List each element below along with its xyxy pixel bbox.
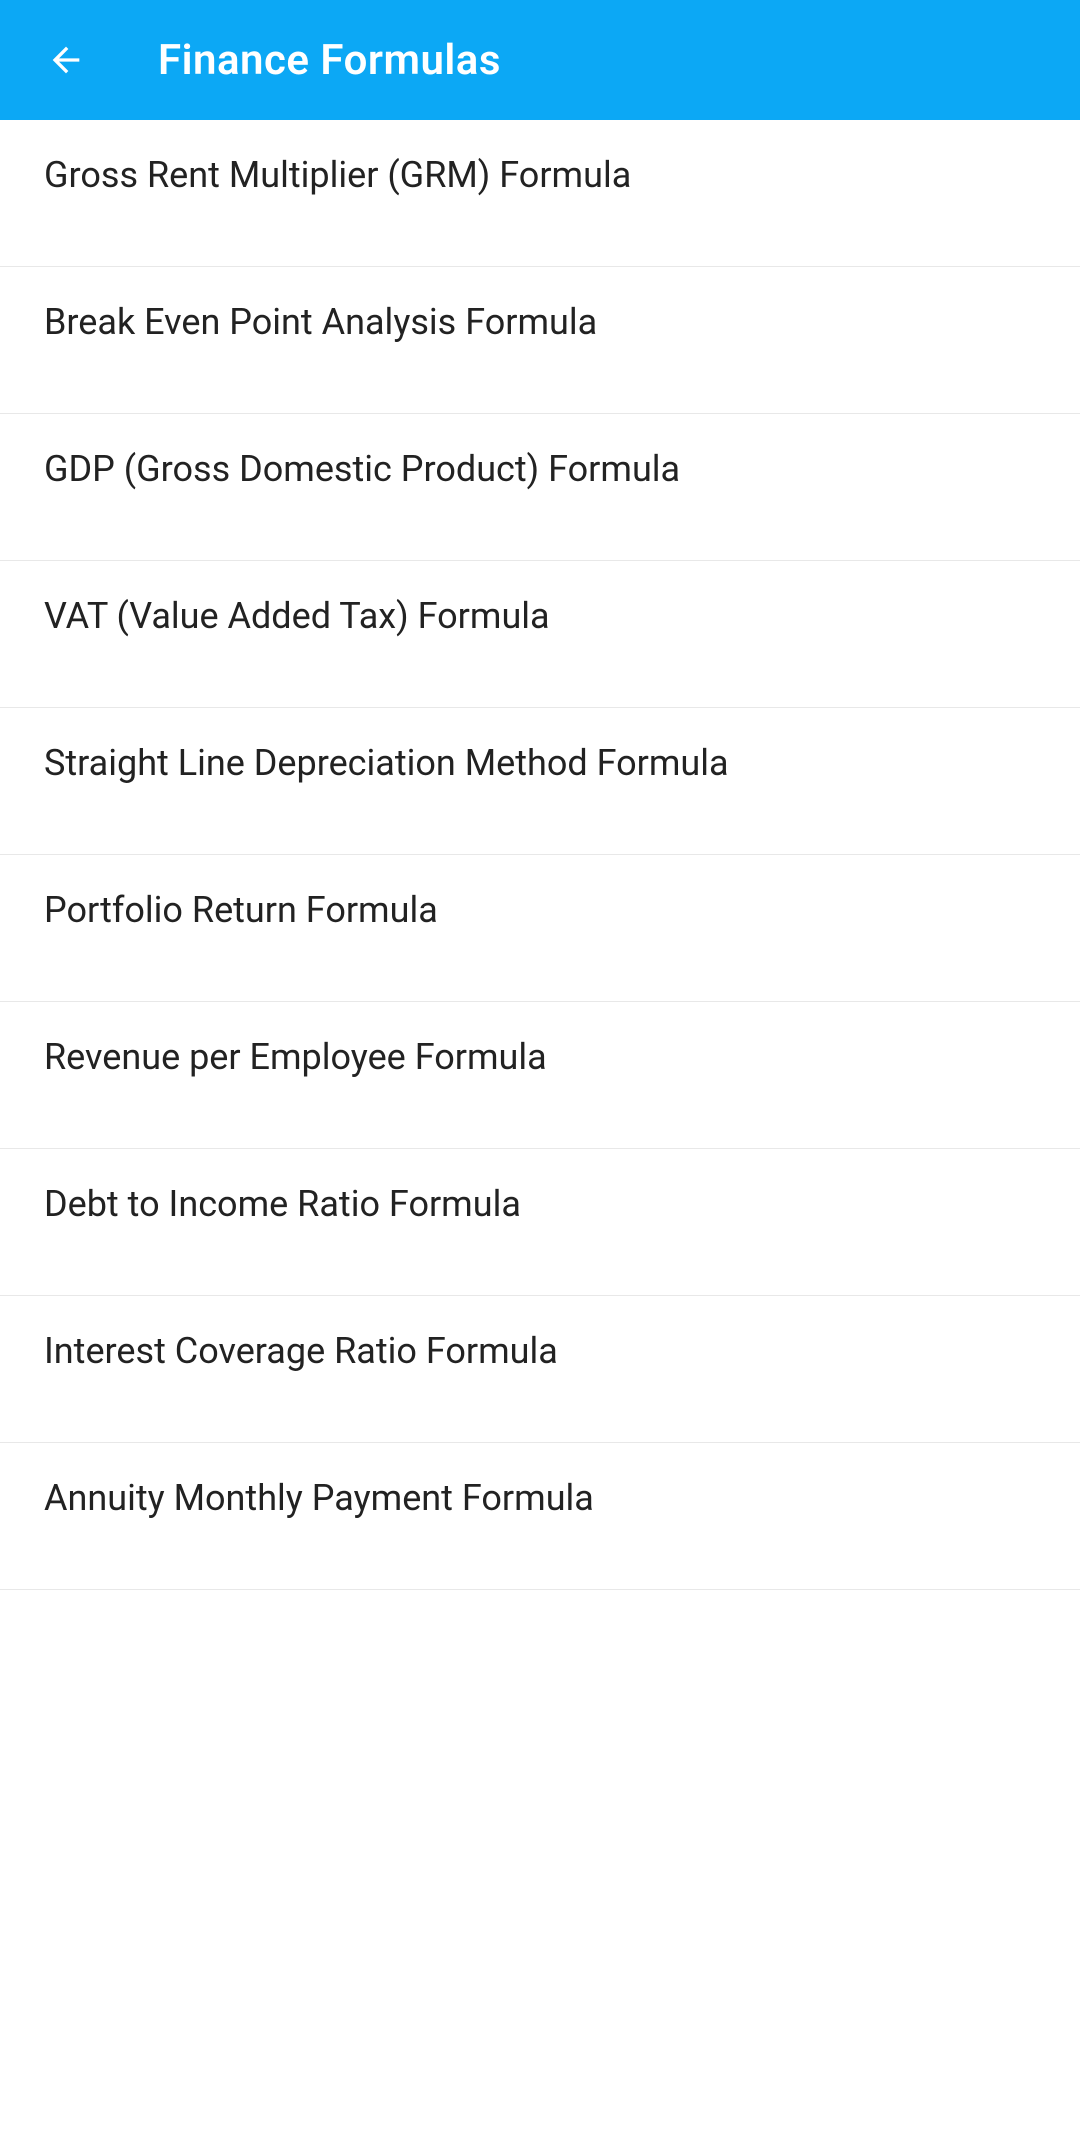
list-item[interactable]: Debt to Income Ratio Formula (0, 1149, 1080, 1296)
list-item-label: Annuity Monthly Payment Formula (44, 1475, 594, 1522)
list-item-label: VAT (Value Added Tax) Formula (44, 593, 550, 640)
list-item[interactable]: Interest Coverage Ratio Formula (0, 1296, 1080, 1443)
list-item[interactable]: Gross Rent Multiplier (GRM) Formula (0, 120, 1080, 267)
list-item-label: Debt to Income Ratio Formula (44, 1181, 521, 1228)
back-arrow-icon (46, 40, 86, 80)
list-item-label: Break Even Point Analysis Formula (44, 299, 597, 346)
list-item-label: Gross Rent Multiplier (GRM) Formula (44, 152, 631, 199)
list-item[interactable]: Annuity Monthly Payment Formula (0, 1443, 1080, 1590)
list-item[interactable]: GDP (Gross Domestic Product) Formula (0, 414, 1080, 561)
list-item-label: GDP (Gross Domestic Product) Formula (44, 446, 680, 493)
back-button[interactable] (42, 36, 90, 84)
list-item-label: Portfolio Return Formula (44, 887, 438, 934)
formula-list: Gross Rent Multiplier (GRM) Formula Brea… (0, 120, 1080, 1590)
app-header: Finance Formulas (0, 0, 1080, 120)
list-item[interactable]: Straight Line Depreciation Method Formul… (0, 708, 1080, 855)
list-item-label: Revenue per Employee Formula (44, 1034, 547, 1081)
list-item[interactable]: VAT (Value Added Tax) Formula (0, 561, 1080, 708)
list-item[interactable]: Portfolio Return Formula (0, 855, 1080, 1002)
list-item[interactable]: Break Even Point Analysis Formula (0, 267, 1080, 414)
list-item-label: Straight Line Depreciation Method Formul… (44, 740, 729, 787)
page-title: Finance Formulas (158, 36, 501, 85)
list-item-label: Interest Coverage Ratio Formula (44, 1328, 558, 1375)
list-item[interactable]: Revenue per Employee Formula (0, 1002, 1080, 1149)
